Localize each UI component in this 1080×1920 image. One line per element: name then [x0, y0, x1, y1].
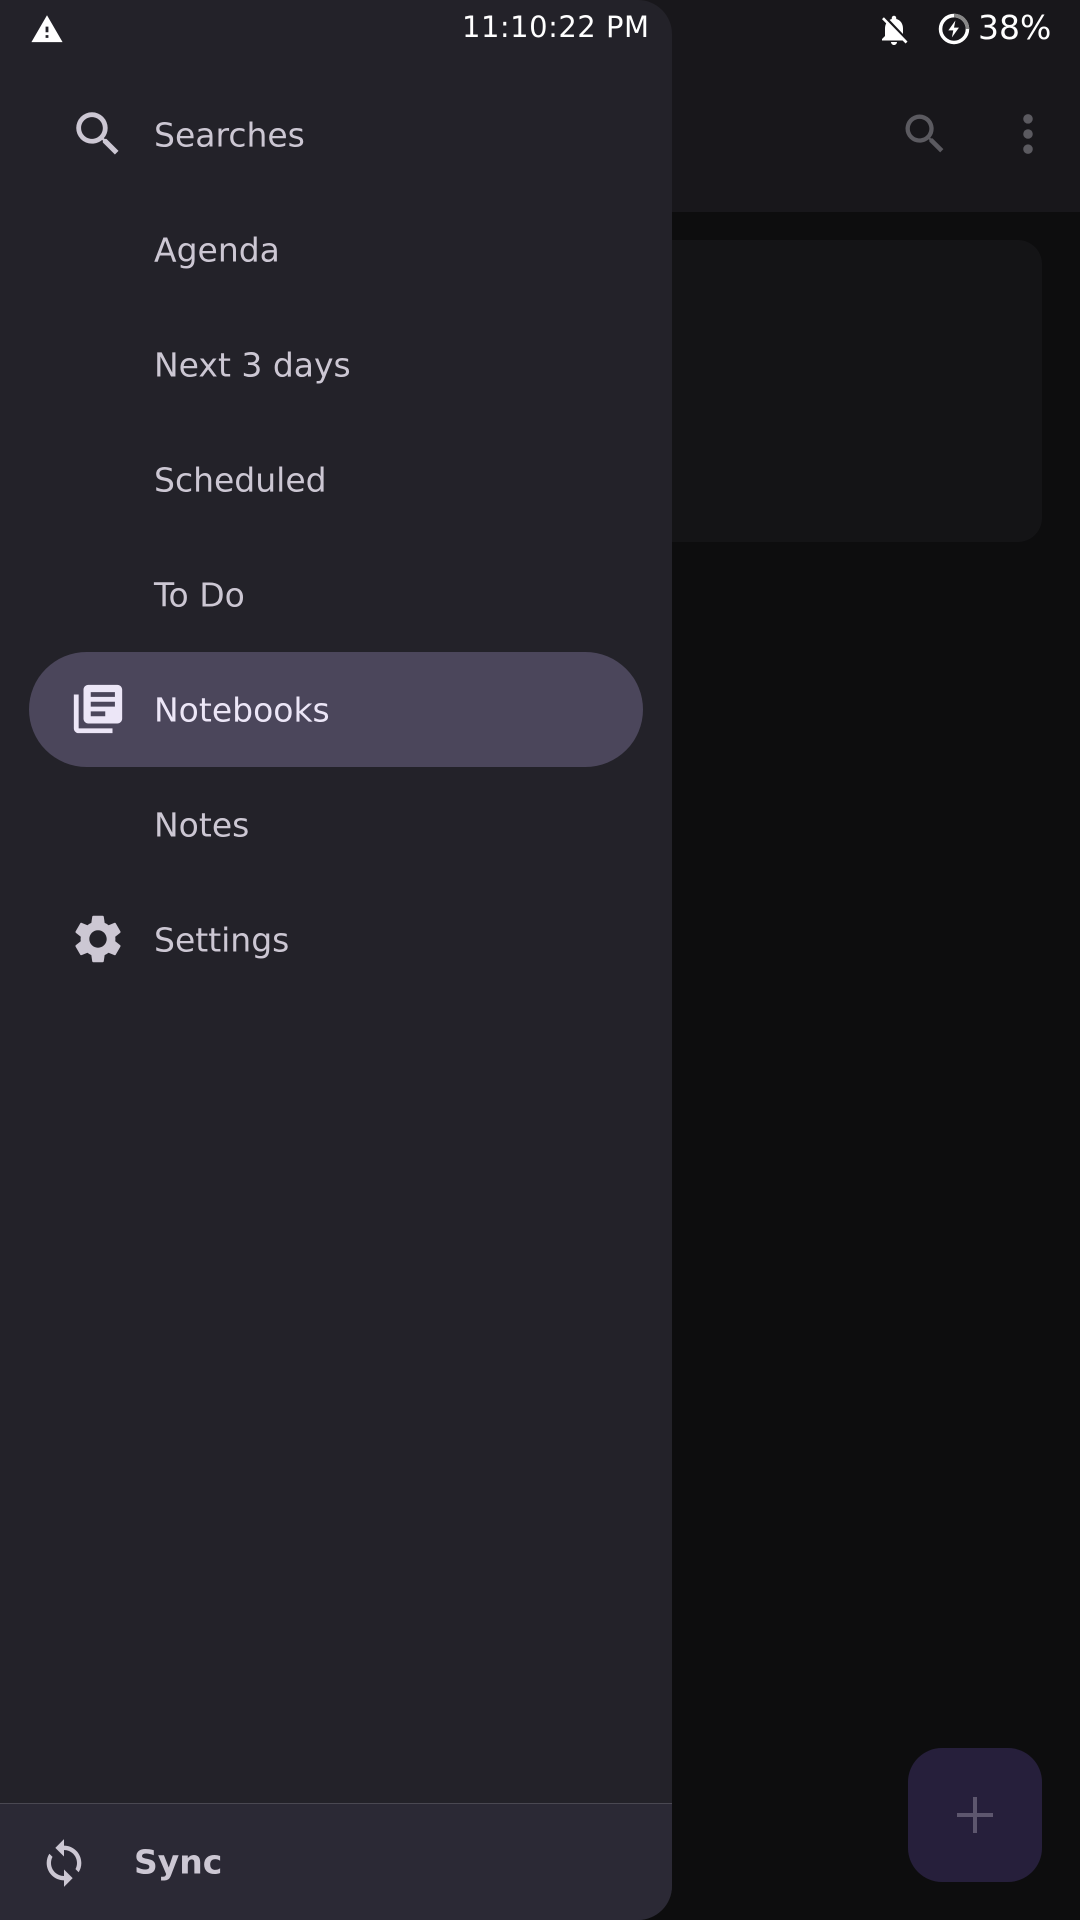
drawer-item-label: Settings	[154, 920, 290, 959]
battery-percentage: 38%	[978, 8, 1052, 47]
add-fab-button[interactable]	[908, 1748, 1042, 1882]
sync-icon	[46, 1839, 82, 1887]
drawer-item-label: Notes	[154, 805, 250, 844]
sync-button[interactable]: Sync	[0, 1804, 672, 1920]
drawer-item-label: To Do	[154, 575, 245, 614]
drawer-item-scheduled[interactable]: Scheduled	[29, 422, 643, 537]
drawer-item-notebooks[interactable]: Notebooks	[29, 652, 643, 767]
search-icon	[76, 112, 119, 155]
drawer-item-label: Next 3 days	[154, 345, 351, 384]
bell-off-icon	[882, 15, 908, 45]
status-time: 11:10:22 PM	[462, 10, 650, 44]
battery-saver-icon	[938, 13, 970, 45]
search-icon[interactable]	[899, 108, 951, 160]
more-vert-icon[interactable]	[1008, 108, 1048, 160]
drawer-item-notes[interactable]: Notes	[29, 767, 643, 882]
drawer-item-agenda[interactable]: Agenda	[29, 192, 643, 307]
drawer-item-label: Scheduled	[154, 460, 327, 499]
warning-icon	[31, 15, 63, 43]
drawer-item-next-3-days[interactable]: Next 3 days	[29, 307, 643, 422]
notebooks-icon	[73, 684, 123, 734]
navigation-drawer: Searches Agenda Next 3 days Scheduled To…	[0, 0, 672, 1920]
plus-icon	[957, 1797, 993, 1833]
drawer-item-label: Agenda	[154, 230, 280, 269]
gear-icon	[75, 915, 121, 963]
sync-label: Sync	[134, 1842, 223, 1882]
drawer-item-to-do[interactable]: To Do	[29, 537, 643, 652]
drawer-item-label: Notebooks	[154, 690, 330, 729]
drawer-item-searches[interactable]: Searches	[29, 77, 643, 192]
drawer-item-settings[interactable]: Settings	[29, 882, 643, 997]
drawer-item-label: Searches	[154, 115, 305, 154]
status-bar: 11:10:22 PM 38%	[0, 0, 1080, 60]
